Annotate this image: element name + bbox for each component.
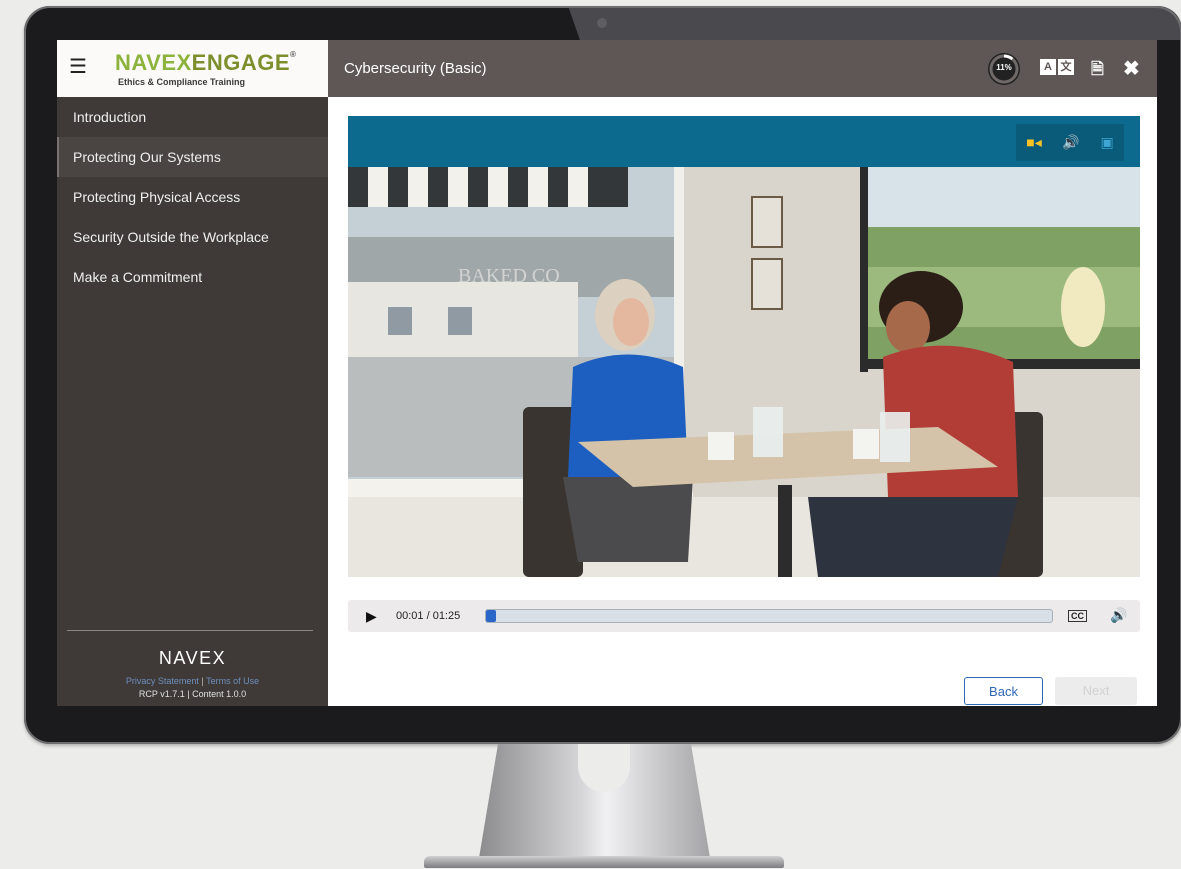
audio-mode-icon[interactable]: 🔊: [1062, 134, 1079, 151]
video-scene: BAKED CO: [348, 167, 1140, 577]
video-player-controls: ▶ 00:01 / 01:25 CC 🔊: [348, 600, 1140, 632]
seek-progress: [486, 610, 496, 622]
time-display: 00:01 / 01:25: [396, 610, 461, 622]
bezel-glare: [568, 6, 1181, 40]
next-button[interactable]: Next: [1055, 677, 1137, 705]
webcam: [597, 18, 607, 28]
media-mode-controls: ■◂ 🔊 ▣: [1016, 124, 1124, 161]
seek-bar[interactable]: [485, 609, 1053, 623]
video-mode-icon[interactable]: ■◂: [1026, 134, 1041, 151]
monitor-stand-base: [424, 856, 784, 868]
closed-captions-button[interactable]: CC: [1068, 610, 1087, 622]
storefront-text: BAKED CO: [458, 265, 560, 287]
volume-icon[interactable]: 🔊: [1110, 607, 1127, 624]
video-frame[interactable]: BAKED CO: [348, 167, 1140, 577]
content-area: ■◂ 🔊 ▣ BAKED CO ▶ 00:01 / 01:25 CC 🔊 Bac…: [57, 40, 1157, 706]
back-button[interactable]: Back: [964, 677, 1043, 705]
video-header: ■◂ 🔊 ▣: [348, 116, 1140, 167]
image-mode-icon[interactable]: ▣: [1100, 134, 1113, 151]
play-icon[interactable]: ▶: [366, 608, 377, 625]
